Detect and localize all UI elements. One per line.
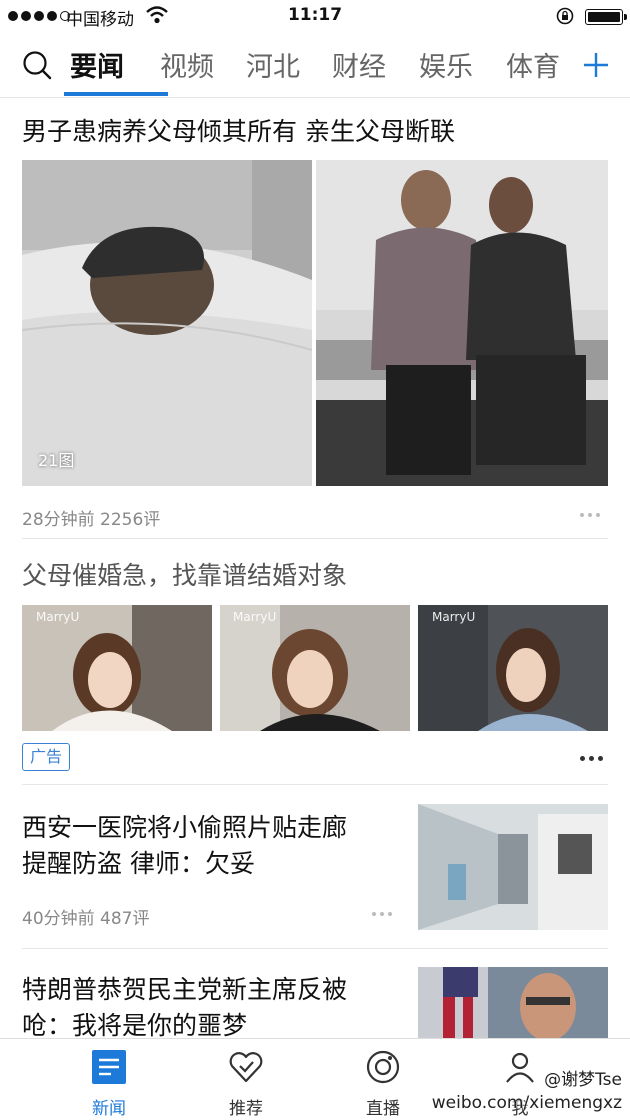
tab-entertainment[interactable]: 娱乐 bbox=[419, 45, 473, 84]
search-icon[interactable] bbox=[22, 50, 52, 80]
news-icon bbox=[92, 1050, 126, 1084]
rotation-lock-icon bbox=[556, 7, 574, 25]
tab-yaowen[interactable]: 要闻 bbox=[70, 45, 124, 84]
divider bbox=[22, 784, 608, 785]
tab-video[interactable]: 视频 bbox=[160, 45, 214, 84]
nav-label: 新闻 bbox=[92, 1099, 126, 1119]
ad-title[interactable]: 父母催婚急，找靠谱结婚对象 bbox=[22, 556, 347, 592]
tab-sports[interactable]: 体育 bbox=[506, 45, 560, 84]
article-meta: 28分钟前 2256评 bbox=[22, 505, 160, 530]
add-channel-icon[interactable] bbox=[582, 51, 610, 79]
comment-count[interactable]: 487评 bbox=[100, 909, 149, 929]
article-thumbnail[interactable] bbox=[418, 967, 608, 1039]
live-icon bbox=[366, 1050, 400, 1084]
nav-live[interactable]: 直播 bbox=[323, 1039, 443, 1120]
nav-news[interactable]: 新闻 bbox=[49, 1039, 169, 1120]
active-tab-indicator bbox=[64, 92, 168, 96]
weibo-handle-watermark: @谢梦Tse bbox=[544, 1070, 622, 1090]
more-options-icon[interactable] bbox=[372, 912, 392, 916]
status-bar: 中国移动 11:17 bbox=[0, 0, 630, 34]
article-thumbnail[interactable] bbox=[418, 804, 608, 930]
divider bbox=[22, 948, 608, 949]
divider bbox=[22, 538, 608, 539]
brand-watermark: MarryU bbox=[36, 610, 80, 624]
bottom-navigation: 新闻 推荐 直播 我 @谢梦Tse weibo.com/xiemengxz bbox=[0, 1038, 630, 1120]
article-photo[interactable] bbox=[316, 160, 608, 486]
nav-label: 推荐 bbox=[229, 1099, 263, 1119]
article-title-line1[interactable]: 特朗普恭贺民主党新主席反被 bbox=[22, 970, 347, 1006]
image-count-badge: 21图 bbox=[38, 451, 75, 470]
comment-count[interactable]: 2256评 bbox=[100, 510, 160, 530]
brand-watermark: MarryU bbox=[233, 610, 277, 624]
nav-label: 直播 bbox=[366, 1099, 400, 1119]
tab-hebei[interactable]: 河北 bbox=[246, 45, 300, 84]
article-title[interactable]: 男子患病养父母倾其所有 亲生父母断联 bbox=[22, 112, 455, 148]
article-meta: 40分钟前 487评 bbox=[22, 904, 150, 929]
article-photo[interactable] bbox=[22, 160, 312, 486]
brand-watermark: MarryU bbox=[432, 610, 476, 624]
article-title-line2[interactable]: 呛：我将是你的噩梦 bbox=[22, 1006, 247, 1042]
article-title-line2[interactable]: 提醒防盗 律师：欠妥 bbox=[22, 844, 255, 880]
article-title-line1[interactable]: 西安一医院将小偷照片贴走廊 bbox=[22, 808, 347, 844]
weibo-url-watermark: weibo.com/xiemengxz bbox=[431, 1093, 622, 1113]
profile-icon bbox=[506, 1052, 534, 1083]
publish-time: 28分钟前 bbox=[22, 510, 95, 530]
category-tab-bar: 要闻 视频 河北 财经 娱乐 体育 bbox=[0, 34, 630, 98]
more-options-icon[interactable] bbox=[580, 756, 603, 761]
publish-time: 40分钟前 bbox=[22, 909, 95, 929]
clock: 11:17 bbox=[287, 5, 343, 25]
tab-finance[interactable]: 财经 bbox=[332, 45, 386, 84]
nav-recommend[interactable]: 推荐 bbox=[186, 1039, 306, 1120]
more-options-icon[interactable] bbox=[580, 513, 600, 517]
heart-check-icon bbox=[229, 1052, 263, 1083]
ad-badge: 广告 bbox=[22, 743, 70, 771]
battery-icon bbox=[585, 9, 627, 25]
